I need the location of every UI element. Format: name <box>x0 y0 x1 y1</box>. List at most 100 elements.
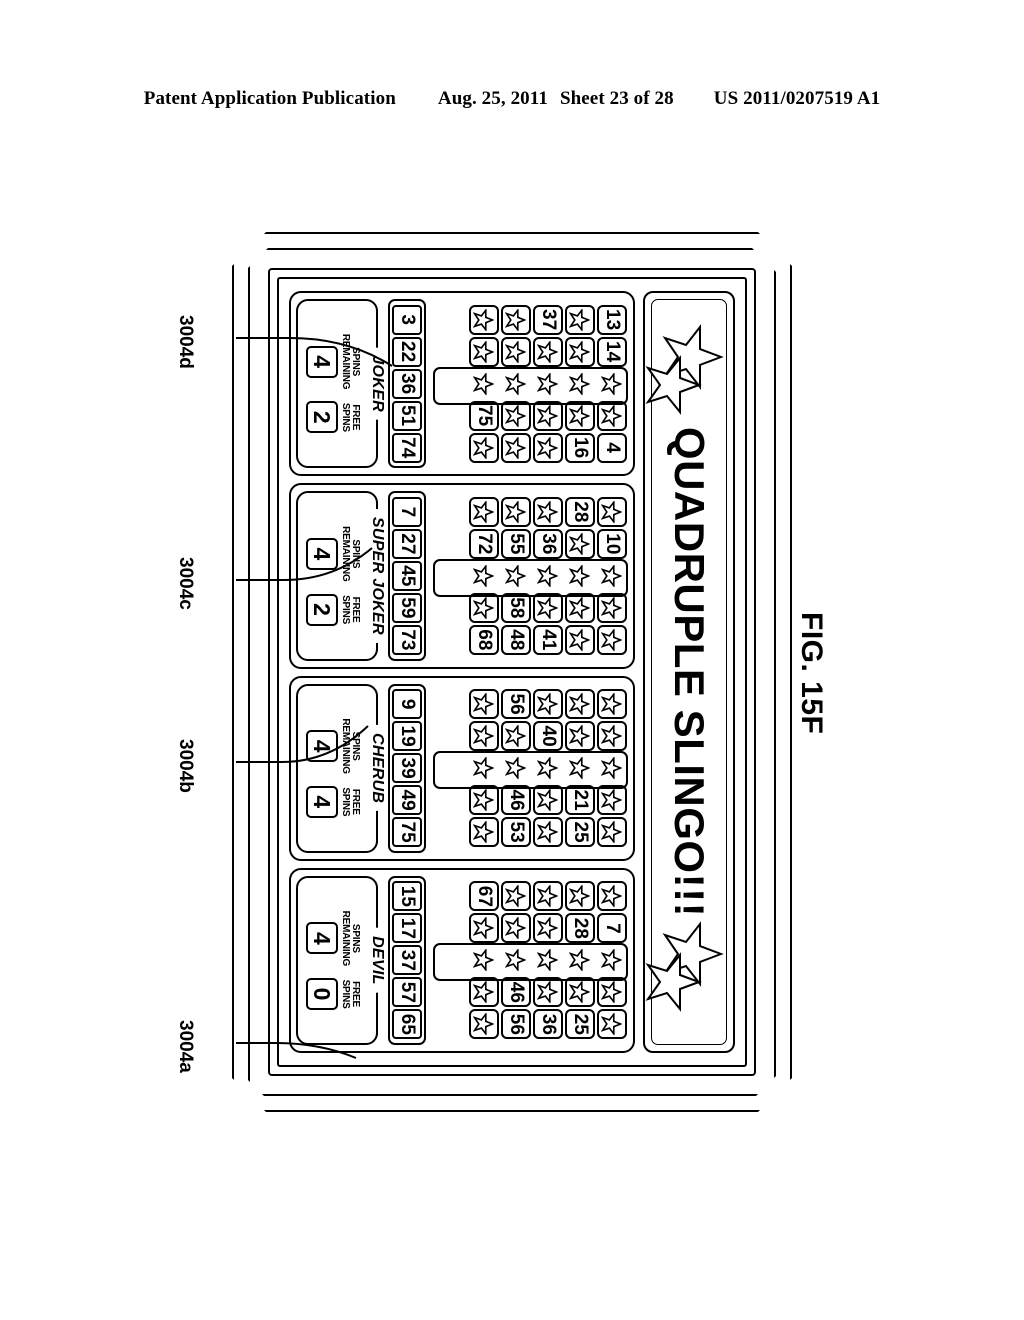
reel-cell[interactable]: 45 <box>392 560 422 591</box>
grid-cell-star[interactable] <box>565 528 595 559</box>
grid-cell-number[interactable]: 10 <box>597 528 627 559</box>
grid-cell-star[interactable] <box>565 977 595 1008</box>
grid-cell-star[interactable] <box>565 945 595 976</box>
grid-cell-star[interactable] <box>469 496 499 527</box>
grid-cell-star[interactable] <box>533 592 563 623</box>
grid-cell-star[interactable] <box>469 721 499 752</box>
grid-cell-number[interactable]: 4 <box>597 432 627 463</box>
reel-cell[interactable]: 39 <box>392 753 422 784</box>
grid-cell-star[interactable] <box>469 560 499 591</box>
grid-cell-star[interactable] <box>597 624 627 655</box>
grid-cell-star[interactable] <box>501 496 531 527</box>
grid-cell-star[interactable] <box>533 881 563 912</box>
grid-cell-star[interactable] <box>565 368 595 399</box>
reel-cell[interactable]: 75 <box>392 817 422 848</box>
grid-cell-star[interactable] <box>469 977 499 1008</box>
grid-cell-star[interactable] <box>469 368 499 399</box>
grid-cell-star[interactable] <box>501 913 531 944</box>
grid-cell-star[interactable] <box>597 560 627 591</box>
grid-cell-star[interactable] <box>501 304 531 335</box>
grid-cell-star[interactable] <box>597 721 627 752</box>
grid-cell-number[interactable]: 56 <box>501 1009 531 1040</box>
grid-cell-star[interactable] <box>597 496 627 527</box>
grid-cell-star[interactable] <box>501 945 531 976</box>
grid-cell-star[interactable] <box>565 304 595 335</box>
reel-cell[interactable]: 59 <box>392 592 422 623</box>
grid-cell-number[interactable]: 55 <box>501 528 531 559</box>
grid-cell-star[interactable] <box>597 817 627 848</box>
grid-cell-star[interactable] <box>565 400 595 431</box>
grid-cell-star[interactable] <box>533 785 563 816</box>
grid-cell-star[interactable] <box>469 689 499 720</box>
grid-cell-star[interactable] <box>469 304 499 335</box>
grid-cell-star[interactable] <box>533 560 563 591</box>
grid-cell-number[interactable]: 7 <box>597 913 627 944</box>
grid-cell-star[interactable] <box>597 881 627 912</box>
grid-cell-star[interactable] <box>565 721 595 752</box>
grid-cell-star[interactable] <box>533 913 563 944</box>
grid-cell-star[interactable] <box>533 336 563 367</box>
grid-cell-star[interactable] <box>501 753 531 784</box>
reel-cell[interactable]: 19 <box>392 721 422 752</box>
grid-cell-star[interactable] <box>597 945 627 976</box>
grid-cell-star[interactable] <box>469 753 499 784</box>
grid-cell-number[interactable]: 46 <box>501 785 531 816</box>
grid-cell-star[interactable] <box>597 785 627 816</box>
grid-cell-star[interactable] <box>533 689 563 720</box>
reel-cell[interactable]: 49 <box>392 785 422 816</box>
grid-cell-number[interactable]: 40 <box>533 721 563 752</box>
reel-cell[interactable]: 73 <box>392 624 422 655</box>
grid-cell-number[interactable]: 48 <box>501 624 531 655</box>
grid-cell-number[interactable]: 75 <box>469 400 499 431</box>
grid-cell-number[interactable]: 56 <box>501 689 531 720</box>
grid-cell-star[interactable] <box>469 336 499 367</box>
reel-cell[interactable]: 9 <box>392 689 422 720</box>
grid-cell-star[interactable] <box>469 785 499 816</box>
reel-cell[interactable]: 3 <box>392 304 422 335</box>
grid-cell-star[interactable] <box>533 368 563 399</box>
grid-cell-star[interactable] <box>533 400 563 431</box>
reel-cell[interactable]: 36 <box>392 368 422 399</box>
slingo-card-3004d[interactable]: 7 28 25 36 46 56 67 15 17 37 57 65 DEVIL SPINS REMAINI… <box>289 867 635 1053</box>
reel-cell[interactable]: 27 <box>392 528 422 559</box>
slingo-card-3004c[interactable]: 21 25 40 56 46 53 9 19 39 49 75 CHERUB SPINS REMAININ… <box>289 675 635 861</box>
grid-cell-star[interactable] <box>469 913 499 944</box>
grid-cell-star[interactable] <box>501 881 531 912</box>
reel-cell[interactable]: 7 <box>392 496 422 527</box>
grid-cell-star[interactable] <box>597 1009 627 1040</box>
grid-cell-star[interactable] <box>565 592 595 623</box>
grid-cell-star[interactable] <box>565 560 595 591</box>
grid-cell-star[interactable] <box>533 432 563 463</box>
grid-cell-number[interactable]: 41 <box>533 624 563 655</box>
grid-cell-number[interactable]: 13 <box>597 304 627 335</box>
grid-cell-star[interactable] <box>469 432 499 463</box>
grid-cell-star[interactable] <box>501 400 531 431</box>
reel-cell[interactable]: 51 <box>392 400 422 431</box>
grid-cell-star[interactable] <box>597 753 627 784</box>
grid-cell-star[interactable] <box>597 689 627 720</box>
grid-cell-number[interactable]: 25 <box>565 1009 595 1040</box>
grid-cell-star[interactable] <box>469 592 499 623</box>
grid-cell-star[interactable] <box>533 977 563 1008</box>
grid-cell-star[interactable] <box>597 400 627 431</box>
reel-row[interactable]: 7 27 45 59 73 <box>388 491 426 661</box>
grid-cell-number[interactable]: 25 <box>565 817 595 848</box>
grid-cell-star[interactable] <box>501 432 531 463</box>
grid-cell-number[interactable]: 58 <box>501 592 531 623</box>
grid-cell-number[interactable]: 68 <box>469 624 499 655</box>
grid-cell-number[interactable]: 46 <box>501 977 531 1008</box>
slingo-card-3004a[interactable]: 13 14 4 16 37 75 3 22 36 51 74 JOKER SPINS REMAINING 4… <box>289 291 635 477</box>
grid-cell-star[interactable] <box>565 881 595 912</box>
reel-cell[interactable]: 15 <box>392 881 422 912</box>
grid-cell-star[interactable] <box>565 689 595 720</box>
grid-cell-number[interactable]: 36 <box>533 1009 563 1040</box>
grid-cell-star[interactable] <box>501 336 531 367</box>
grid-cell-star[interactable] <box>565 336 595 367</box>
grid-cell-star[interactable] <box>469 1009 499 1040</box>
grid-cell-star[interactable] <box>597 592 627 623</box>
grid-cell-star[interactable] <box>533 945 563 976</box>
slingo-card-3004b[interactable]: 10 28 36 41 55 58 48 72 68 7 27 45 59 73 SUPER JOKER SP… <box>289 483 635 669</box>
grid-cell-star[interactable] <box>597 368 627 399</box>
grid-cell-number[interactable]: 21 <box>565 785 595 816</box>
grid-cell-number[interactable]: 36 <box>533 528 563 559</box>
